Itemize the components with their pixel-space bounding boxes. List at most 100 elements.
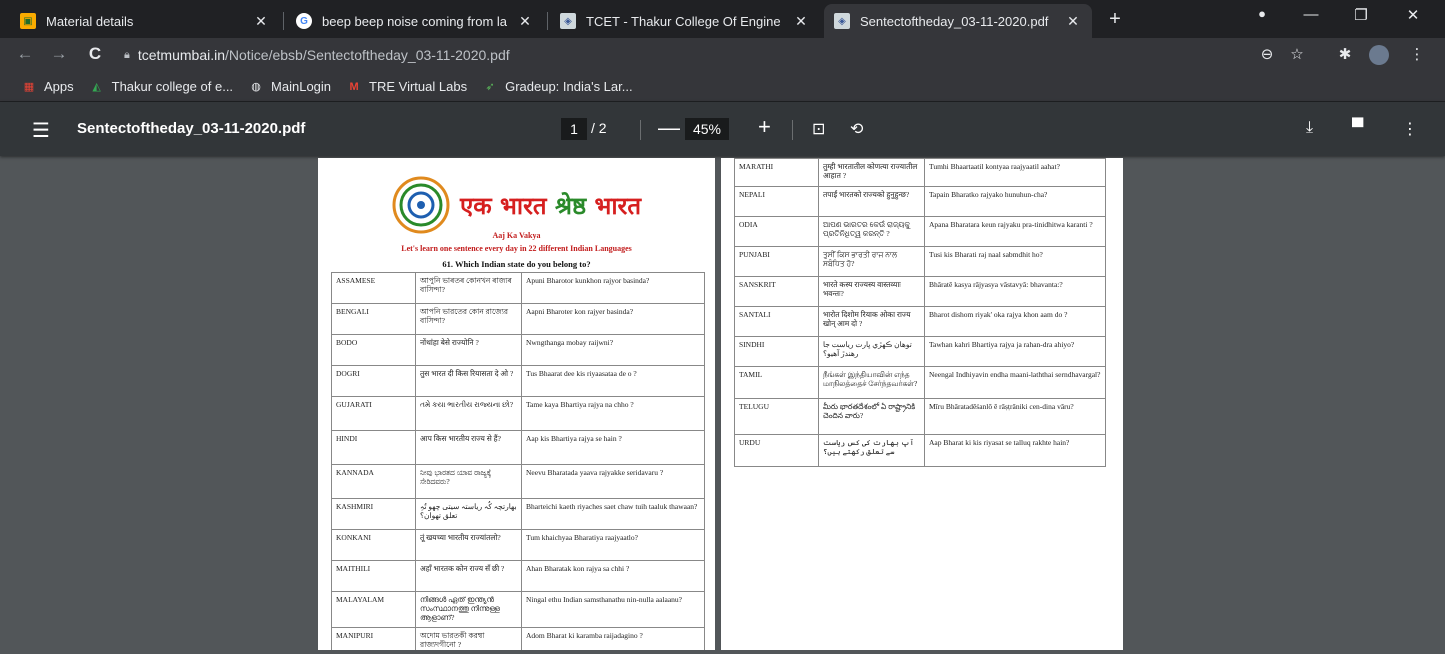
language-name: KASHMIRI <box>331 498 416 530</box>
native-sentence: ଆପଣ ଭାରତର କେଉଁ ରାଜ୍ୟକୁ ପ୍ରତିନିଧିତ୍ୱ କରନ୍… <box>818 216 925 247</box>
ebsb-emblem-icon <box>392 176 450 234</box>
close-icon[interactable]: ✕ <box>516 13 534 30</box>
rotate-icon[interactable]: ⟲ <box>850 119 863 139</box>
language-name: MAITHILI <box>331 560 416 592</box>
table-row: HINDI आप किस भारतीय राज्य से हैं? Aap kis … <box>331 430 705 465</box>
language-name: BODO <box>331 334 416 366</box>
url-host: tcetmumbai.in <box>137 47 226 63</box>
browser-toolbar: ← → C 🔒︎ tcetmumbai.in/Notice/ebsb/Sente… <box>0 38 1445 72</box>
table-row: MAITHILI अहाँ भारतक कोन राज्य सँ छी ? Ahan… <box>331 560 705 592</box>
table-row: PUNJABI ਤੁਸੀਂ ਕਿਸ ਭਾਰਤੀ ਰਾਜ ਨਾਲ ਸਬੰਧਿਤ ਹੋ… <box>734 246 1106 277</box>
college-icon: ◈ <box>560 13 576 29</box>
table-row: SINDHI توهان ڪهڙي ڀارت رياست جا رهندڙ آهي… <box>734 336 1106 367</box>
page-number-input[interactable]: 1 <box>561 118 587 140</box>
table-row: SANTALI भारोत दिशोम रियाक ओका राज्य खोन् … <box>734 306 1106 337</box>
language-table-left: ASSAMESE আপুনি ভাৰতৰ কোনখন ৰাজ্যৰ বাসিন্দ… <box>331 272 705 650</box>
table-row: DOGRI तुस भारत दी किस रियासता दे ओ ? Tus B… <box>331 365 705 397</box>
transliteration: Aapni Bharoter kon rajyer basinda? <box>521 303 705 335</box>
print-icon[interactable]: ▀ <box>1352 119 1363 137</box>
pdf-page-2: MARATHI तुम्ही भारतातील कोणत्या राज्यातील… <box>721 158 1123 650</box>
more-options-icon[interactable]: ⋮ <box>1402 119 1418 139</box>
transliteration: Tawhan kahri Bhartiya rajya ja rahan-dra… <box>924 336 1106 367</box>
language-name: SANTALI <box>734 306 819 337</box>
menu-icon[interactable]: ☰ <box>32 118 50 143</box>
window-close-icon[interactable]: ✕ <box>1398 6 1428 24</box>
zoom-level-input[interactable]: 45% <box>685 118 729 140</box>
native-sentence: আপুনি ভাৰতৰ কোনখন ৰাজ্যৰ বাসিন্দা? <box>415 272 522 304</box>
bookmark-tre[interactable]: M TRE Virtual Labs <box>347 79 467 94</box>
tab-separator <box>283 12 284 30</box>
download-icon[interactable]: ⤓ <box>1306 119 1313 137</box>
bookmark-mainlogin[interactable]: ◍ MainLogin <box>249 79 331 94</box>
transliteration: Neevu Bharatada yaava rajyakke seridavar… <box>521 464 705 499</box>
avatar[interactable] <box>1369 45 1389 65</box>
native-sentence: नोंथांंहा बेसे राज्योनि ? <box>415 334 522 366</box>
native-sentence: بھارتچہ کُہ ریاستہ سیتی چھو تُہِ تعلق تھ… <box>415 498 522 530</box>
extensions-icon[interactable]: ✱ <box>1334 45 1356 63</box>
table-row: KANNADA ನೀವು ಭಾರತದ ಯಾವ ರಾಜ್ಯಕ್ಕೆ ಸೇರಿದವರು… <box>331 464 705 499</box>
bookmark-gradeup[interactable]: ➶ Gradeup: India's Lar... <box>483 79 632 94</box>
transliteration: Tumhi Bhaartaatil kontyaa raajyaatil aah… <box>924 158 1106 187</box>
tab-material-details[interactable]: ▣ Material details ✕ <box>10 4 280 38</box>
bookmark-thakur[interactable]: ◭ Thakur college of e... <box>90 79 233 94</box>
tab-title: Material details <box>46 13 134 29</box>
table-row: BODO नोंथांंहा बेसे राज्योनि ? Nwngthanga … <box>331 334 705 366</box>
profile-dot-icon[interactable]: ● <box>1247 6 1277 21</box>
bookmark-label: TRE Virtual Labs <box>369 79 468 94</box>
table-row: SANSKRIT भारते कस्य राज्यस्य वास्तव्याः भ… <box>734 276 1106 307</box>
back-icon[interactable]: ← <box>14 44 36 64</box>
table-row: KONKANI तूं खयच्या भारतीय राज्यांतलो? Tum … <box>331 529 705 561</box>
table-row: GUJARATI તમે કયા ભારતીય રાજ્યના છો? Tame k… <box>331 396 705 431</box>
bookmark-label: Apps <box>44 79 74 94</box>
native-sentence: तपाईं भारतको राज्यको हुनुहुन्छ? <box>818 186 925 217</box>
language-name: ODIA <box>734 216 819 247</box>
lock-icon: 🔒︎ <box>124 48 130 61</box>
maximize-icon[interactable]: ❐ <box>1346 6 1376 24</box>
language-name: KANNADA <box>331 464 416 499</box>
zoom-out-button[interactable]: — <box>658 115 680 141</box>
zoom-icon[interactable]: ⊖ <box>1256 45 1278 63</box>
bookmark-star-icon[interactable]: ☆ <box>1286 45 1308 63</box>
reload-icon[interactable]: C <box>84 44 106 64</box>
address-bar[interactable]: 🔒︎ tcetmumbai.in/Notice/ebsb/Sentectofth… <box>124 42 1304 68</box>
tab-tcet[interactable]: ◈ TCET - Thakur College Of Engine ✕ <box>550 4 820 38</box>
close-icon[interactable]: ✕ <box>792 13 810 30</box>
native-sentence: ਤੁਸੀਂ ਕਿਸ ਭਾਰਤੀ ਰਾਜ ਨਾਲ ਸਬੰਧਿਤ ਹੋ? <box>818 246 925 277</box>
fit-page-icon[interactable]: ⊡ <box>812 119 825 139</box>
college-icon: ◈ <box>834 13 850 29</box>
native-sentence: भारते कस्य राज्यस्य वास्तव्याः भवन्तः? <box>818 276 925 307</box>
close-icon[interactable]: ✕ <box>252 13 270 30</box>
forward-icon[interactable]: → <box>48 44 70 64</box>
minimize-icon[interactable]: — <box>1296 6 1326 23</box>
kebab-menu-icon[interactable]: ⋮ <box>1406 45 1428 63</box>
tab-title: Sentectoftheday_03-11-2020.pdf <box>860 13 1049 29</box>
language-name: BENGALI <box>331 303 416 335</box>
language-table-right: MARATHI तुम्ही भारतातील कोणत्या राज्यातील… <box>734 158 1106 467</box>
close-icon[interactable]: ✕ <box>1064 13 1082 30</box>
native-sentence: നിങ്ങൾ ഏത് ഇന്ത്യൻ സംസ്ഥാനത്തു നിന്നുള്ള… <box>415 591 522 628</box>
college-icon: ◭ <box>92 81 101 93</box>
table-row: ODIA ଆପଣ ଭାରତର କେଉଁ ରାଜ୍ୟକୁ ପ୍ରତିନିଧିତ୍ୱ … <box>734 216 1106 247</box>
table-row: MANIPURI অদোম ভারতকী করম্বা রাজ্যদগীনো ? A… <box>331 627 705 650</box>
transliteration: Tus Bhaarat dee kis riyaasataa de o ? <box>521 365 705 397</box>
page-total: / 2 <box>591 120 607 136</box>
bookmark-apps[interactable]: ▦ Apps <box>22 79 74 94</box>
native-sentence: आप किस भारतीय राज्य से हैं? <box>415 430 522 465</box>
language-name: SANSKRIT <box>734 276 819 307</box>
language-name: TELUGU <box>734 398 819 435</box>
zoom-in-button[interactable]: + <box>758 114 771 140</box>
new-tab-button[interactable]: + <box>1103 8 1127 31</box>
table-row: KASHMIRI بھارتچہ کُہ ریاستہ سیتی چھو تُہِ… <box>331 498 705 530</box>
native-sentence: آپ بھارت کی کس ریاست سے تعلق رکھتے ہیں؟ <box>818 434 925 467</box>
table-row: NEPALI तपाईं भारतको राज्यको हुनुहुन्छ? Tap… <box>734 186 1106 217</box>
tab-pdf[interactable]: ◈ Sentectoftheday_03-11-2020.pdf ✕ <box>824 4 1092 38</box>
transliteration: Bharot dishom riyak' oka rajya khon aam … <box>924 306 1106 337</box>
tab-separator <box>547 12 548 30</box>
language-name: MALAYALAM <box>331 591 416 628</box>
transliteration: Neengal Indhiyavin endha maani-laththai … <box>924 366 1106 399</box>
transliteration: Tame kaya Bhartiya rajya na chho ? <box>521 396 705 431</box>
transliteration: Adom Bharat ki karamba raijadagino ? <box>521 627 705 650</box>
pdf-page-1: एक भारत श्रेष्ठ भारत Aaj Ka Vakya Let's … <box>318 158 715 650</box>
divider <box>640 120 641 140</box>
tab-google-search[interactable]: G beep beep noise coming from la ✕ <box>286 4 544 38</box>
